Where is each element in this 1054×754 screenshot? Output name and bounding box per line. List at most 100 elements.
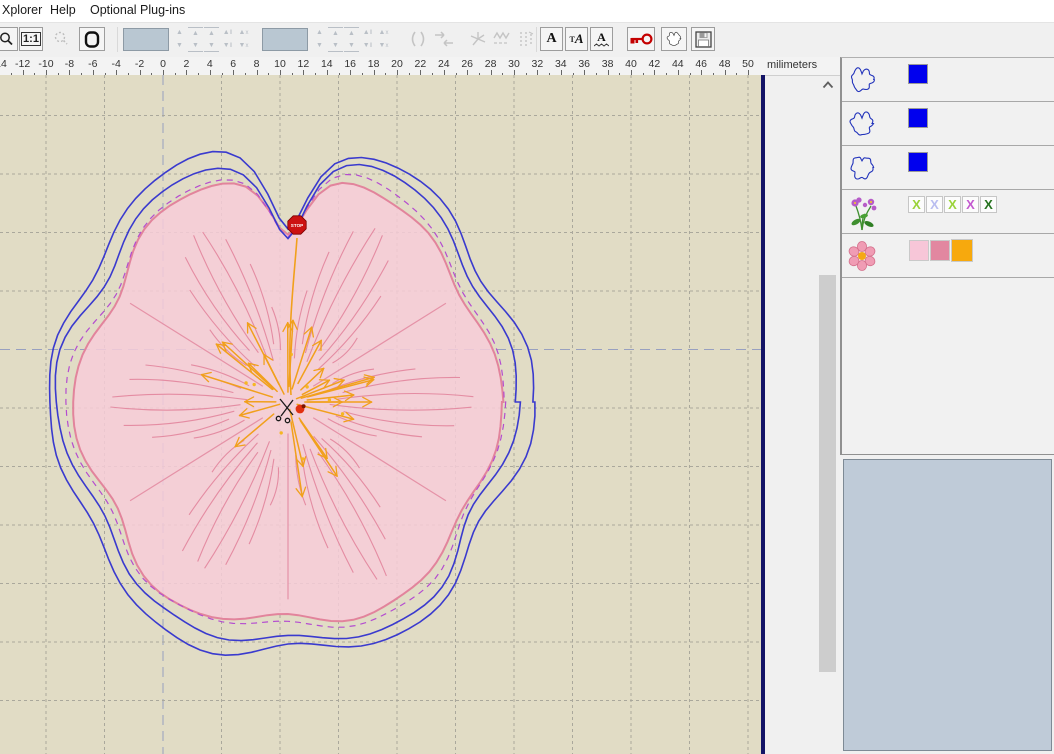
ruler-number: 34 bbox=[555, 58, 567, 70]
ruler-number: -6 bbox=[88, 58, 97, 70]
ruler-number: 20 bbox=[391, 58, 403, 70]
object-list-panel: X X X X X bbox=[840, 57, 1054, 455]
shape-outline-button[interactable] bbox=[661, 27, 687, 51]
move-down-arrow-icon[interactable]: ▼‖ bbox=[220, 40, 235, 52]
skipped-color-swatch[interactable]: X bbox=[980, 196, 997, 213]
flower-thumbnail-icon bbox=[847, 238, 877, 274]
text-transform-button[interactable]: TA bbox=[565, 27, 588, 51]
preview-pane bbox=[843, 459, 1052, 751]
save-button[interactable] bbox=[691, 27, 715, 51]
ruler-number: 46 bbox=[695, 58, 707, 70]
scroll-up-button[interactable] bbox=[819, 77, 837, 93]
zigzag-tool-button-disabled[interactable] bbox=[490, 27, 514, 51]
thread-color-swatch[interactable] bbox=[908, 108, 928, 128]
skipped-color-swatch[interactable]: X bbox=[944, 196, 961, 213]
outline-thumbnail-icon bbox=[847, 150, 877, 186]
ruler-number: -2 bbox=[135, 58, 144, 70]
ruler-number: 6 bbox=[230, 58, 236, 70]
object-row-flower[interactable] bbox=[842, 234, 1054, 278]
chevron-up-icon bbox=[822, 81, 834, 89]
thread-color-swatch[interactable] bbox=[908, 152, 928, 172]
density-tool-button-disabled[interactable] bbox=[514, 27, 538, 51]
move-down-arrow-icon[interactable]: ▼ bbox=[188, 40, 203, 52]
bouquet-thumbnail-icon bbox=[847, 194, 879, 234]
ruler-number: 14 bbox=[321, 58, 333, 70]
object-row-bouquet[interactable]: X X X X X bbox=[842, 190, 1054, 234]
move-up-arrow-icon[interactable]: ▲ bbox=[344, 27, 359, 39]
ruler-number: 10 bbox=[274, 58, 286, 70]
thread-color-swatch[interactable] bbox=[909, 240, 929, 261]
embroidery-design: STOP bbox=[0, 75, 761, 754]
text-tool-button[interactable]: A bbox=[540, 27, 563, 51]
burst-tool-button-disabled[interactable] bbox=[466, 27, 490, 51]
hoop-icon bbox=[83, 30, 101, 49]
zoom-select-button-disabled[interactable] bbox=[48, 27, 74, 51]
move-down-arrow-icon[interactable]: ▼x bbox=[236, 40, 251, 52]
letter-a-icon: A bbox=[546, 31, 556, 47]
object-row-outline-3[interactable] bbox=[842, 146, 1054, 190]
parameter-field-2[interactable] bbox=[262, 28, 308, 51]
design-canvas[interactable]: STOP bbox=[0, 75, 761, 754]
join-curves-button-disabled[interactable] bbox=[406, 27, 430, 51]
application-window: Xplorer Help Optional Plug-ins 1:1 bbox=[0, 0, 1054, 754]
move-up-arrow-icon[interactable]: ▲ bbox=[172, 27, 187, 39]
ruler-number: -10 bbox=[38, 58, 53, 70]
move-up-arrow-icon[interactable]: ▲ bbox=[204, 27, 219, 39]
move-down-arrow-icon[interactable]: ▼ bbox=[204, 40, 219, 52]
move-down-arrow-icon[interactable]: ▼ bbox=[172, 40, 187, 52]
hoop-button[interactable] bbox=[79, 27, 105, 51]
move-up-arrow-icon[interactable]: ▲x bbox=[236, 27, 251, 39]
stop-label: STOP bbox=[291, 223, 303, 228]
outline-thumbnail-icon bbox=[847, 62, 877, 98]
zoom-1to1-button[interactable]: 1:1 bbox=[19, 27, 43, 51]
move-up-arrow-icon[interactable]: ▲ bbox=[328, 27, 343, 39]
skipped-color-swatch[interactable]: X bbox=[926, 196, 943, 213]
hoop-edge-line bbox=[761, 75, 765, 754]
ruler-number: 0 bbox=[160, 58, 166, 70]
magnifier-icon bbox=[0, 31, 14, 47]
vertical-scrollbar-thumb[interactable] bbox=[819, 275, 836, 672]
ruler-number: -12 bbox=[15, 58, 30, 70]
ruler-number: -8 bbox=[65, 58, 74, 70]
outline-thumbnail-icon bbox=[847, 106, 877, 142]
merge-arrows-button-disabled[interactable] bbox=[432, 27, 456, 51]
move-down-arrow-icon[interactable]: ▼ bbox=[312, 40, 327, 52]
zoom-1to1-label: 1:1 bbox=[21, 32, 41, 46]
thread-color-swatch[interactable] bbox=[930, 240, 950, 261]
thread-color-swatch[interactable] bbox=[908, 64, 928, 84]
ruler-unit-label: milimeters bbox=[767, 59, 817, 71]
move-down-arrow-icon[interactable]: ▼x bbox=[376, 40, 391, 52]
letter-a-wavy-icon: A bbox=[597, 32, 606, 43]
menu-help[interactable]: Help bbox=[50, 3, 76, 17]
ruler-number: 30 bbox=[508, 58, 520, 70]
ruler-number: 48 bbox=[719, 58, 731, 70]
ruler-number: 2 bbox=[183, 58, 189, 70]
ruler-number: -14 bbox=[0, 58, 7, 70]
password-lock-button[interactable] bbox=[627, 27, 655, 51]
menu-optional-plugins[interactable]: Optional Plug-ins bbox=[90, 3, 185, 17]
parameter-field-1[interactable] bbox=[123, 28, 169, 51]
move-down-arrow-icon[interactable]: ▼‖ bbox=[360, 40, 375, 52]
object-row-outline-1[interactable] bbox=[842, 58, 1054, 102]
zigzag-icon bbox=[492, 30, 512, 48]
facing-arcs-icon bbox=[408, 30, 428, 48]
thread-color-swatch[interactable] bbox=[951, 239, 973, 262]
move-up-arrow-icon[interactable]: ▲ bbox=[312, 27, 327, 39]
text-envelope-button[interactable]: A bbox=[590, 27, 613, 51]
skipped-color-swatch[interactable]: X bbox=[908, 196, 925, 213]
ruler-number: 26 bbox=[461, 58, 473, 70]
menu-xplorer[interactable]: Xplorer bbox=[2, 3, 42, 17]
ruler-number: 40 bbox=[625, 58, 637, 70]
move-down-arrow-icon[interactable]: ▼ bbox=[328, 40, 343, 52]
toolbar-separator bbox=[536, 27, 537, 52]
move-up-arrow-icon[interactable]: ▲x bbox=[376, 27, 391, 39]
move-up-arrow-icon[interactable]: ▲‖ bbox=[360, 27, 375, 39]
zoom-button[interactable] bbox=[0, 27, 18, 51]
ruler-number: -4 bbox=[112, 58, 121, 70]
skipped-color-swatch[interactable]: X bbox=[962, 196, 979, 213]
ruler-number: 36 bbox=[578, 58, 590, 70]
move-up-arrow-icon[interactable]: ▲ bbox=[188, 27, 203, 39]
move-up-arrow-icon[interactable]: ▲‖ bbox=[220, 27, 235, 39]
move-down-arrow-icon[interactable]: ▼ bbox=[344, 40, 359, 52]
object-row-outline-2[interactable] bbox=[842, 102, 1054, 146]
